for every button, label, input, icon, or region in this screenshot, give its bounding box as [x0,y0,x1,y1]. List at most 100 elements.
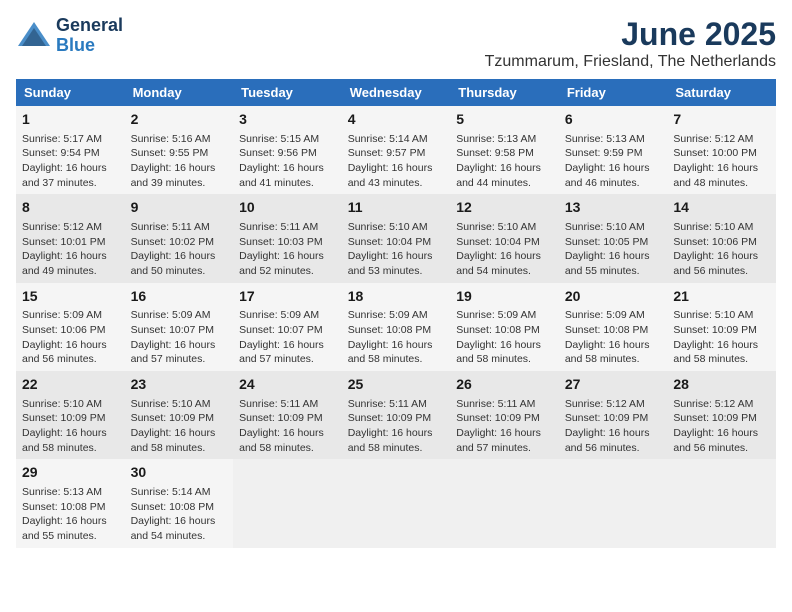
sunset-text: Sunset: 10:09 PM [456,412,539,424]
day-number: 13 [565,198,662,218]
daylight-text: Daylight: 16 hours and 39 minutes. [131,162,216,189]
daylight-text: Daylight: 16 hours and 56 minutes. [22,339,107,366]
daylight-text: Daylight: 16 hours and 52 minutes. [239,250,324,277]
sunrise-text: Sunrise: 5:14 AM [348,133,428,145]
sunrise-text: Sunrise: 5:11 AM [456,398,535,410]
table-row: 11Sunrise: 5:10 AMSunset: 10:04 PMDaylig… [342,194,451,282]
day-info: Sunrise: 5:11 AMSunset: 10:03 PMDaylight… [239,220,336,279]
sunrise-text: Sunrise: 5:17 AM [22,133,102,145]
day-number: 1 [22,110,119,130]
sunrise-text: Sunrise: 5:12 AM [565,398,645,410]
day-info: Sunrise: 5:16 AMSunset: 9:55 PMDaylight:… [131,132,228,191]
table-row: 1Sunrise: 5:17 AMSunset: 9:54 PMDaylight… [16,106,125,194]
table-row: 21Sunrise: 5:10 AMSunset: 10:09 PMDaylig… [667,283,776,371]
sunset-text: Sunset: 10:06 PM [22,324,105,336]
sunrise-text: Sunrise: 5:11 AM [239,398,318,410]
table-row: 4 Sunrise: 5:14 AM Sunset: 9:57 PM Daylight… [342,106,451,194]
sunrise-text: Sunrise: 5:09 AM [239,309,319,321]
table-row: 12Sunrise: 5:10 AMSunset: 10:04 PMDaylig… [450,194,559,282]
day-number: 19 [456,287,553,307]
day-info: Sunrise: 5:10 AMSunset: 10:09 PMDaylight… [22,397,119,456]
day-number: 14 [673,198,770,218]
day-info: Sunrise: 5:09 AMSunset: 10:08 PMDaylight… [565,308,662,367]
title-area: June 2025 Tzummarum, Friesland, The Neth… [485,16,776,71]
logo-icon [16,18,52,54]
day-number: 21 [673,287,770,307]
table-row: 27Sunrise: 5:12 AMSunset: 10:09 PMDaylig… [559,371,668,459]
daylight-text: Daylight: 16 hours and 54 minutes. [131,515,216,542]
day-info: Sunrise: 5:09 AMSunset: 10:08 PMDaylight… [456,308,553,367]
daylight-text: Daylight: 16 hours and 37 minutes. [22,162,107,189]
sunset-text: Sunset: 10:03 PM [239,236,322,248]
col-thursday: Thursday [450,79,559,106]
sunset-text: Sunset: 10:06 PM [673,236,756,248]
day-info: Sunrise: 5:11 AMSunset: 10:09 PMDaylight… [239,397,336,456]
sunset-text: Sunset: 10:01 PM [22,236,105,248]
sunset-text: Sunset: 10:08 PM [131,501,214,513]
daylight-text: Daylight: 16 hours and 58 minutes. [348,339,433,366]
table-row [450,459,559,547]
table-row: 5Sunrise: 5:13 AMSunset: 9:58 PMDaylight… [450,106,559,194]
sunset-text: Sunset: 10:07 PM [239,324,322,336]
day-info: Sunrise: 5:10 AM Sunset: 10:04 PM Daylight… [348,220,445,279]
day-number: 9 [131,198,228,218]
day-number: 23 [131,375,228,395]
table-row: 23Sunrise: 5:10 AMSunset: 10:09 PMDaylig… [125,371,234,459]
calendar-table: Sunday Monday Tuesday Wednesday Thursday… [16,79,776,548]
table-row: 25Sunrise: 5:11 AMSunset: 10:09 PMDaylig… [342,371,451,459]
table-row: 14Sunrise: 5:10 AMSunset: 10:06 PMDaylig… [667,194,776,282]
daylight-text: Daylight: 16 hours and 57 minutes. [131,339,216,366]
sunset-text: Sunset: 9:57 PM [348,147,426,159]
sunset-text: Sunset: 10:08 PM [22,501,105,513]
day-info: Sunrise: 5:10 AMSunset: 10:04 PMDaylight… [456,220,553,279]
day-number: 7 [673,110,770,130]
location-title: Tzummarum, Friesland, The Netherlands [485,53,776,71]
day-number: 17 [239,287,336,307]
day-info: Sunrise: 5:10 AMSunset: 10:09 PMDaylight… [131,397,228,456]
sunset-text: Sunset: 10:09 PM [22,412,105,424]
daylight-text: Daylight: 16 hours and 48 minutes. [673,162,758,189]
sunset-text: Sunset: 10:04 PM [348,236,431,248]
day-number: 12 [456,198,553,218]
sunrise-text: Sunrise: 5:15 AM [239,133,319,145]
day-number: 30 [131,463,228,483]
day-info: Sunrise: 5:10 AMSunset: 10:09 PMDaylight… [673,308,770,367]
table-row: 24Sunrise: 5:11 AMSunset: 10:09 PMDaylig… [233,371,342,459]
day-info: Sunrise: 5:10 AMSunset: 10:05 PMDaylight… [565,220,662,279]
table-row: 16Sunrise: 5:09 AMSunset: 10:07 PMDaylig… [125,283,234,371]
day-info: Sunrise: 5:17 AMSunset: 9:54 PMDaylight:… [22,132,119,191]
day-info: Sunrise: 5:14 AM Sunset: 9:57 PM Daylight:… [348,132,445,191]
sunset-text: Sunset: 9:55 PM [131,147,209,159]
daylight-text: Daylight: 16 hours and 41 minutes. [239,162,324,189]
table-row [233,459,342,547]
day-number: 5 [456,110,553,130]
sunset-text: Sunset: 9:58 PM [456,147,534,159]
daylight-text: Daylight: 16 hours and 57 minutes. [239,339,324,366]
table-row: 10Sunrise: 5:11 AMSunset: 10:03 PMDaylig… [233,194,342,282]
sunrise-text: Sunrise: 5:10 AM [348,221,428,233]
table-row: 15Sunrise: 5:09 AMSunset: 10:06 PMDaylig… [16,283,125,371]
daylight-text: Daylight: 16 hours and 55 minutes. [22,515,107,542]
sunset-text: Sunset: 10:08 PM [456,324,539,336]
sunrise-text: Sunrise: 5:13 AM [22,486,102,498]
day-number: 26 [456,375,553,395]
table-row: 6Sunrise: 5:13 AMSunset: 9:59 PMDaylight… [559,106,668,194]
col-wednesday: Wednesday [342,79,451,106]
daylight-text: Daylight: 16 hours and 43 minutes. [348,162,433,189]
sunrise-text: Sunrise: 5:12 AM [22,221,102,233]
table-row: 8Sunrise: 5:12 AMSunset: 10:01 PMDayligh… [16,194,125,282]
logo-blue: Blue [56,36,123,56]
day-number: 4 [348,110,445,130]
day-info: Sunrise: 5:11 AMSunset: 10:02 PMDaylight… [131,220,228,279]
sunset-text: Sunset: 10:09 PM [239,412,322,424]
sunrise-text: Sunrise: 5:09 AM [22,309,102,321]
daylight-text: Daylight: 16 hours and 58 minutes. [456,339,541,366]
sunset-text: Sunset: 10:09 PM [131,412,214,424]
daylight-text: Daylight: 16 hours and 53 minutes. [348,250,433,277]
daylight-text: Daylight: 16 hours and 56 minutes. [673,427,758,454]
day-info: Sunrise: 5:11 AMSunset: 10:09 PMDaylight… [456,397,553,456]
day-number: 22 [22,375,119,395]
table-row [667,459,776,547]
daylight-text: Daylight: 16 hours and 44 minutes. [456,162,541,189]
sunset-text: Sunset: 10:00 PM [673,147,756,159]
